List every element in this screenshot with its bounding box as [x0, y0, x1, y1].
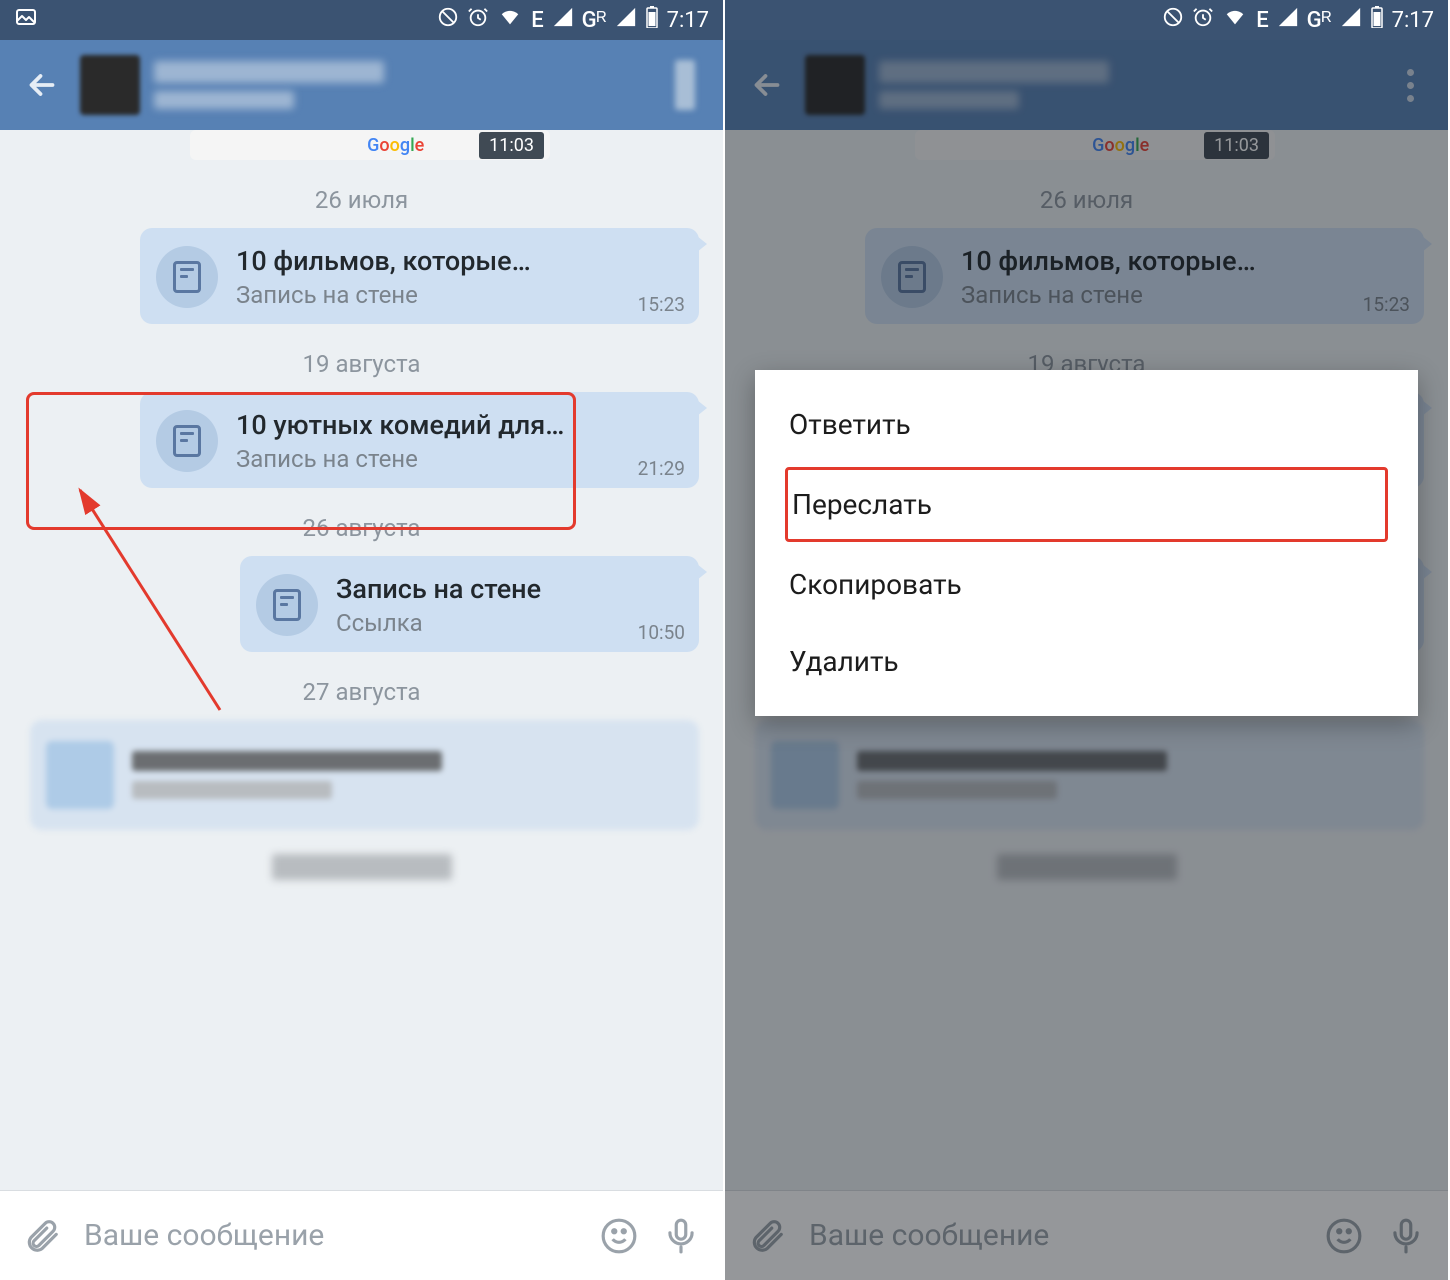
map-time-chip: 11:03	[479, 132, 544, 159]
menu-item-forward[interactable]: Переслать	[785, 467, 1388, 542]
message-title: 10 уютных комедий для…	[236, 409, 683, 441]
message-bubble-highlighted[interactable]: 10 уютных комедий для… Запись на стене 2…	[140, 392, 699, 488]
block-icon	[1162, 6, 1184, 34]
battery-icon	[1370, 6, 1384, 34]
chat-subtitle-blurred	[154, 91, 294, 109]
date-separator: 19 августа	[0, 350, 723, 378]
image-icon	[14, 5, 38, 35]
blurred-text	[272, 854, 452, 880]
message-bubble[interactable]: 10 фильмов, которые… Запись на стене 15:…	[140, 228, 699, 324]
chat-title-blurred	[154, 61, 384, 83]
signal-icon	[552, 6, 574, 34]
message-time: 15:23	[638, 293, 685, 316]
mic-icon[interactable]	[659, 1214, 703, 1258]
network-e-label: E	[1256, 8, 1268, 33]
network-e-label: E	[531, 8, 543, 33]
message-title: 10 фильмов, которые…	[236, 245, 683, 277]
message-bubble[interactable]: Запись на стене Ссылка 10:50	[240, 556, 699, 652]
wifi-icon	[1222, 6, 1248, 34]
screen-left: E Gᴿ 7:17 Google 11:03 26 июля	[0, 0, 725, 1280]
wall-post-icon	[156, 410, 218, 472]
block-icon	[437, 6, 459, 34]
network-gr-label: Gᴿ	[582, 7, 607, 33]
menu-item-reply[interactable]: Ответить	[755, 386, 1418, 463]
message-input-bar: Ваше сообщение	[0, 1190, 723, 1280]
date-separator: 26 июля	[0, 186, 723, 214]
signal-icon-2	[615, 6, 637, 34]
menu-item-delete[interactable]: Удалить	[755, 623, 1418, 700]
message-bubble-blurred[interactable]	[30, 720, 699, 830]
menu-item-copy[interactable]: Скопировать	[755, 546, 1418, 623]
network-gr-label: Gᴿ	[1307, 7, 1332, 33]
alarm-icon	[467, 6, 489, 34]
message-input[interactable]: Ваше сообщение	[84, 1218, 597, 1253]
message-title: Запись на стене	[336, 573, 683, 605]
date-separator: 26 августа	[0, 514, 723, 542]
status-time: 7:17	[1392, 8, 1434, 33]
message-subtitle: Ссылка	[336, 609, 683, 637]
status-bar: E Gᴿ 7:17	[0, 0, 723, 40]
status-bar: E Gᴿ 7:17	[725, 0, 1448, 40]
message-context-menu: Ответить Переслать Скопировать Удалить	[755, 370, 1418, 716]
more-menu-button[interactable]	[665, 55, 705, 115]
chat-header-text[interactable]	[154, 61, 384, 109]
message-time: 10:50	[638, 621, 685, 644]
wifi-icon	[497, 6, 523, 34]
battery-icon	[645, 6, 659, 34]
google-logo: Google	[367, 135, 424, 156]
back-button[interactable]	[18, 61, 66, 109]
wall-post-icon	[156, 246, 218, 308]
emoji-icon[interactable]	[597, 1214, 641, 1258]
alarm-icon	[1192, 6, 1214, 34]
wall-post-icon	[256, 574, 318, 636]
message-subtitle: Запись на стене	[236, 281, 683, 309]
avatar[interactable]	[80, 55, 140, 115]
map-preview[interactable]: Google 11:03	[190, 130, 550, 160]
signal-icon-2	[1340, 6, 1362, 34]
chat-body[interactable]: Google 11:03 26 июля 10 фильмов, которые…	[0, 130, 723, 1190]
status-time: 7:17	[667, 8, 709, 33]
message-time: 21:29	[638, 457, 685, 480]
app-bar	[0, 40, 723, 130]
message-subtitle: Запись на стене	[236, 445, 683, 473]
screen-right: E Gᴿ 7:17 Google 11:03 26 июля	[725, 0, 1450, 1280]
attach-icon[interactable]	[20, 1214, 64, 1258]
date-separator: 27 августа	[0, 678, 723, 706]
signal-icon	[1277, 6, 1299, 34]
